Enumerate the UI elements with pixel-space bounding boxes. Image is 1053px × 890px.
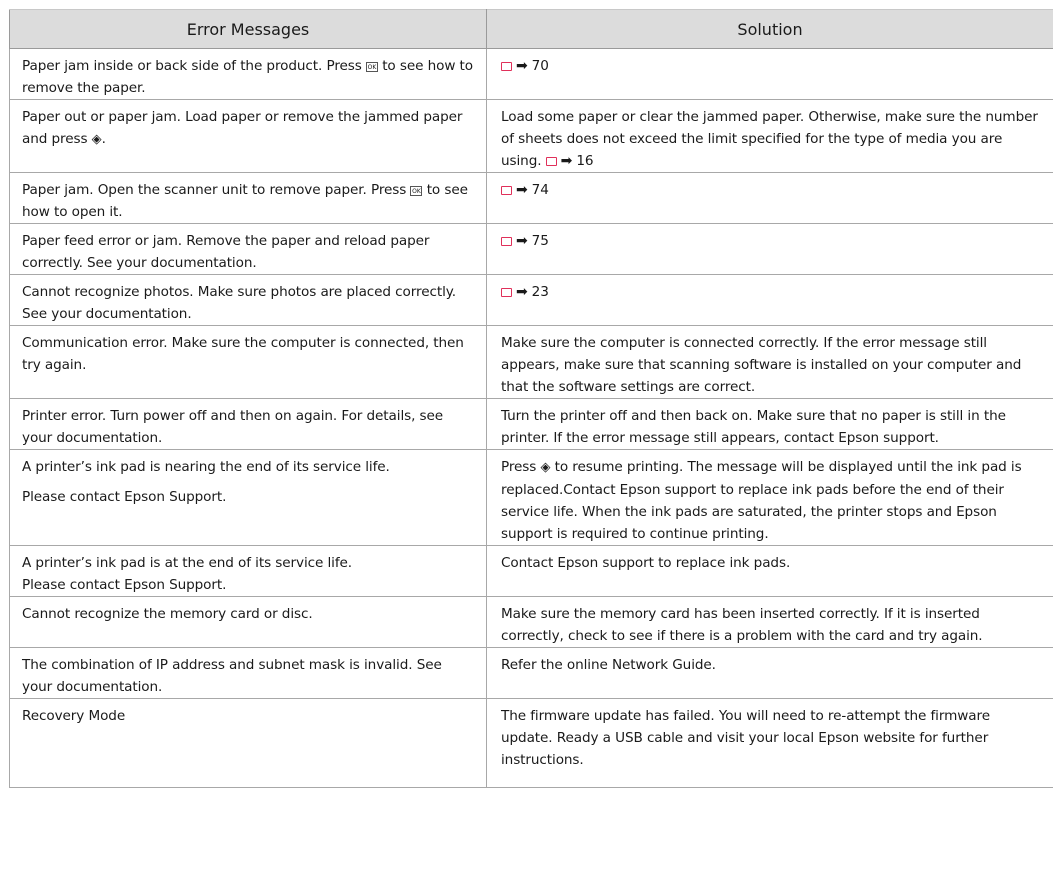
table-row: A printer’s ink pad is at the end of its… (9, 545, 1053, 597)
reference-page-number: 23 (531, 284, 549, 300)
table-row: Paper feed error or jam. Remove the pape… (9, 223, 1053, 275)
error-cell: Paper feed error or jam. Remove the pape… (9, 223, 487, 275)
page-reference[interactable]: ➡ 75 (501, 233, 549, 249)
solution-cell: ➡ 23 (486, 274, 1053, 326)
page-reference[interactable]: ➡ 16 (545, 153, 594, 169)
book-icon (545, 157, 557, 166)
start-button-icon: ◈ (91, 132, 102, 147)
error-text: Please contact Epson Support. (22, 577, 227, 593)
solution-cell: Turn the printer off and then back on. M… (486, 398, 1053, 450)
table-row: Cannot recognize the memory card or disc… (9, 596, 1053, 648)
solution-cell: Press ◈ to resume printing. The message … (486, 449, 1053, 546)
page-reference[interactable]: ➡ 23 (501, 284, 549, 300)
reference-page-number: 16 (576, 153, 594, 169)
error-cell: Paper jam inside or back side of the pro… (9, 48, 487, 100)
solution-cell: Refer the online Network Guide. (486, 647, 1053, 699)
solution-cell: The firmware update has failed. You will… (486, 698, 1053, 788)
solution-cell: Contact Epson support to replace ink pad… (486, 545, 1053, 597)
solution-cell: Make sure the memory card has been inser… (486, 596, 1053, 648)
table-row: Paper out or paper jam. Load paper or re… (9, 99, 1053, 173)
right-arrow-icon: ➡ (516, 58, 528, 74)
table-header-row: Error Messages Solution (9, 9, 1053, 49)
error-cell: Printer error. Turn power off and then o… (9, 398, 487, 450)
error-cell: Recovery Mode (9, 698, 487, 788)
table-row: The combination of IP address and subnet… (9, 647, 1053, 699)
book-icon (501, 186, 512, 195)
error-messages-table: Error Messages Solution Paper jam inside… (9, 9, 1053, 788)
error-cell: A printer’s ink pad is nearing the end o… (9, 449, 487, 546)
ok-button-icon: OK (410, 186, 423, 196)
error-cell: Cannot recognize photos. Make sure photo… (9, 274, 487, 326)
error-cell: Cannot recognize the memory card or disc… (9, 596, 487, 648)
ok-button-icon: OK (365, 62, 378, 72)
error-cell: Paper jam. Open the scanner unit to remo… (9, 172, 487, 224)
error-cell: Communication error. Make sure the compu… (9, 325, 487, 399)
right-arrow-icon: ➡ (516, 233, 528, 249)
error-text: . (101, 131, 106, 147)
reference-page-number: 74 (531, 182, 549, 198)
right-arrow-icon: ➡ (560, 153, 573, 169)
page: Error Messages Solution Paper jam inside… (0, 0, 1053, 890)
solution-cell: Make sure the computer is connected corr… (486, 325, 1053, 399)
solution-cell: ➡ 74 (486, 172, 1053, 224)
book-icon (501, 237, 512, 246)
header-error-messages: Error Messages (9, 9, 487, 49)
error-text: A printer’s ink pad is at the end of its… (22, 555, 353, 571)
error-text: A printer’s ink pad is nearing the end o… (22, 459, 390, 475)
error-text: Paper out or paper jam. Load paper or re… (22, 109, 463, 147)
error-cell: A printer’s ink pad is at the end of its… (9, 545, 487, 597)
error-cell: Paper out or paper jam. Load paper or re… (9, 99, 487, 173)
solution-text: Press (501, 459, 541, 475)
table-row: Printer error. Turn power off and then o… (9, 398, 1053, 450)
error-text: Paper jam inside or back side of the pro… (22, 58, 366, 74)
header-solution: Solution (486, 9, 1053, 49)
table-row: Communication error. Make sure the compu… (9, 325, 1053, 399)
reference-page-number: 70 (531, 58, 549, 74)
table-row: Cannot recognize photos. Make sure photo… (9, 274, 1053, 326)
right-arrow-icon: ➡ (516, 182, 528, 198)
right-arrow-icon: ➡ (516, 284, 528, 300)
reference-page-number: 75 (531, 233, 549, 249)
table-row: Paper jam. Open the scanner unit to remo… (9, 172, 1053, 224)
table-row: A printer’s ink pad is nearing the end o… (9, 449, 1053, 546)
book-icon (501, 288, 512, 297)
page-reference[interactable]: ➡ 70 (501, 58, 549, 74)
solution-cell: ➡ 70 (486, 48, 1053, 100)
table-row: Paper jam inside or back side of the pro… (9, 48, 1053, 100)
solution-text: to resume printing. The message will be … (501, 459, 1022, 542)
error-text: Paper jam. Open the scanner unit to remo… (22, 182, 411, 198)
solution-cell: Load some paper or clear the jammed pape… (486, 99, 1053, 173)
book-icon (501, 62, 512, 71)
table-row: Recovery Mode The firmware update has fa… (9, 698, 1053, 788)
start-button-icon: ◈ (540, 460, 551, 475)
error-cell: The combination of IP address and subnet… (9, 647, 487, 699)
solution-cell: ➡ 75 (486, 223, 1053, 275)
page-reference[interactable]: ➡ 74 (501, 182, 549, 198)
error-text: Please contact Epson Support. (22, 489, 227, 505)
